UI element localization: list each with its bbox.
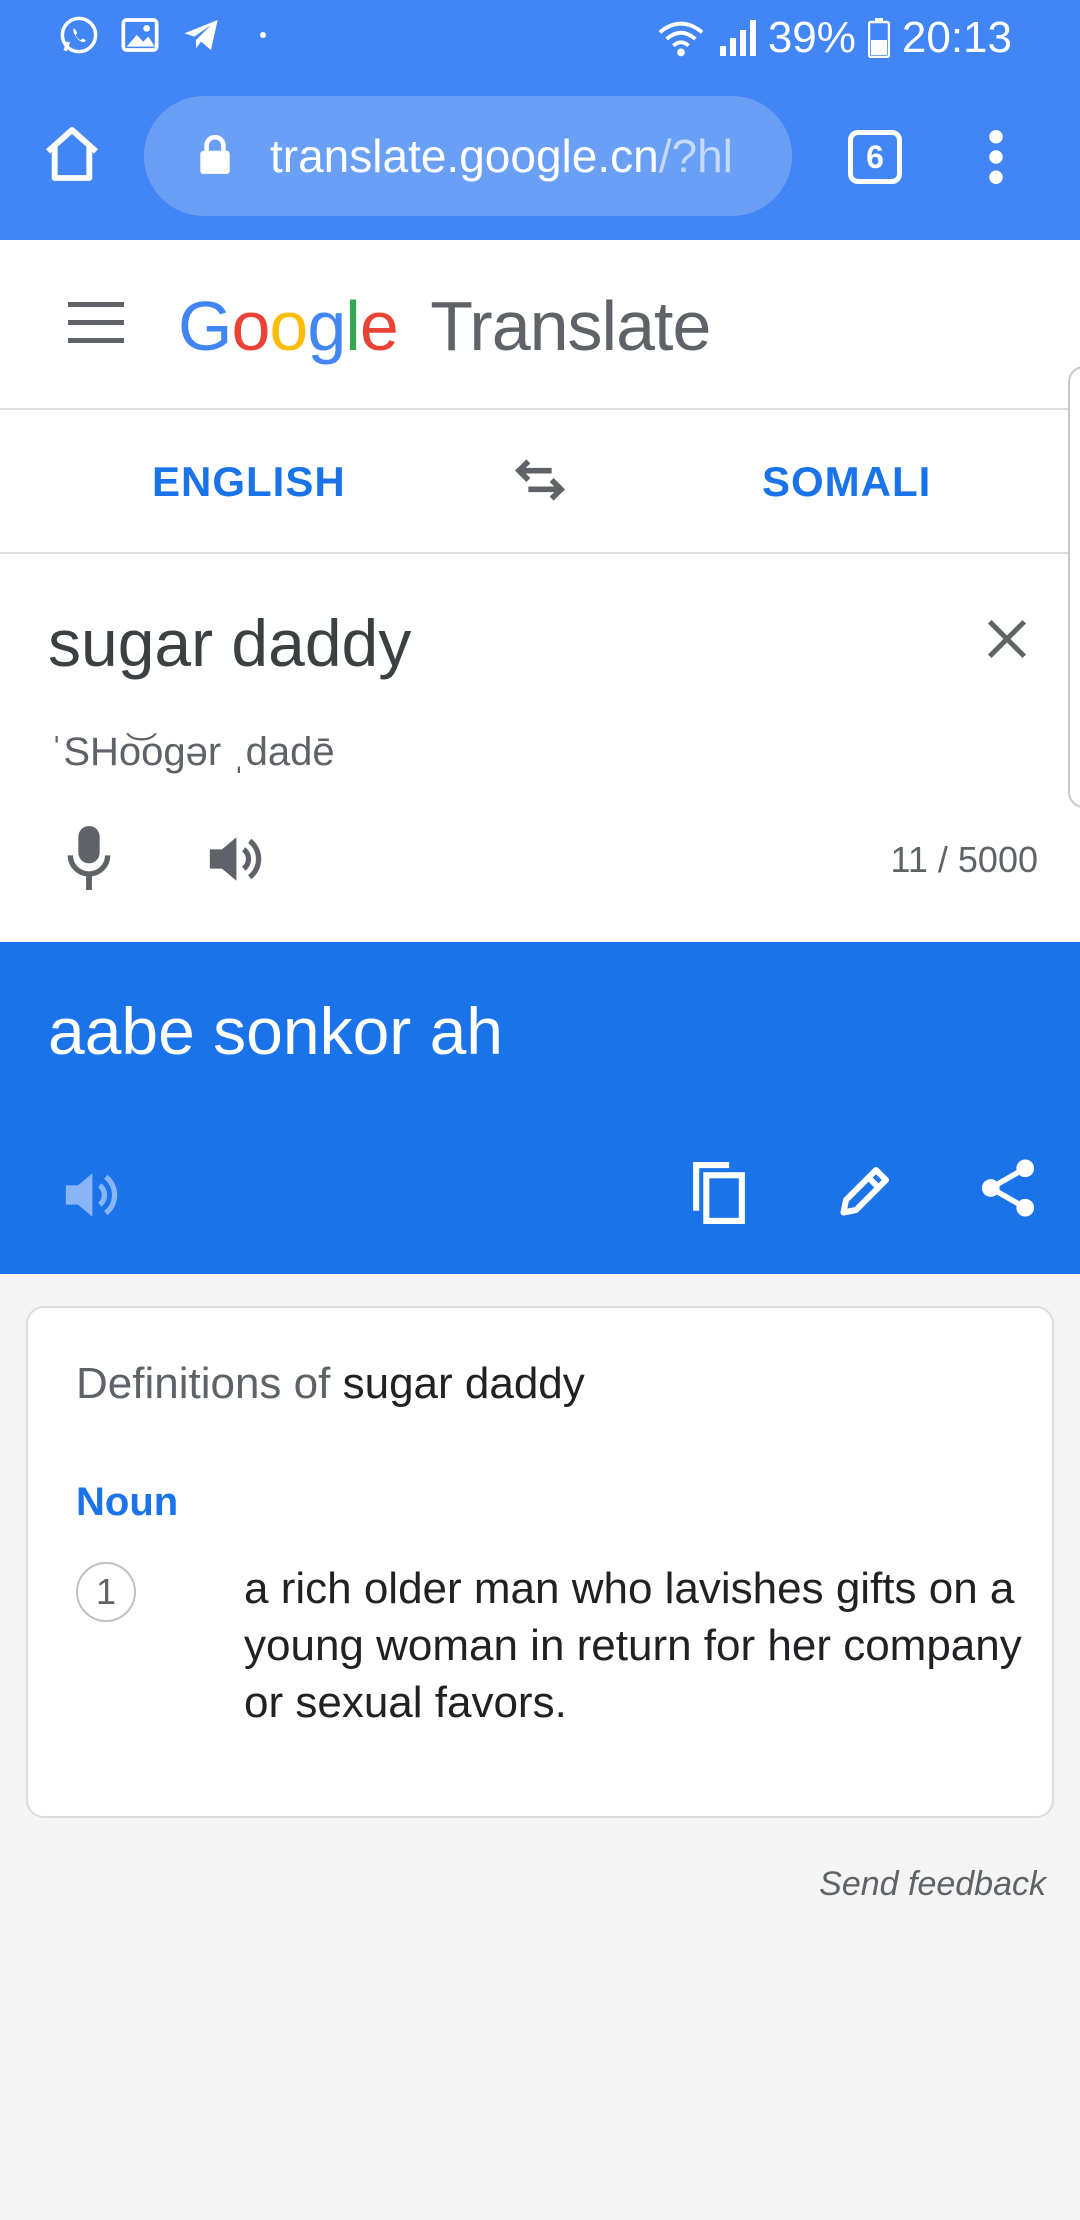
microphone-icon[interactable] <box>66 826 112 890</box>
character-count: 11 / 5000 <box>890 839 1038 880</box>
tab-switcher-button[interactable]: 6 <box>848 130 902 184</box>
definitions-prefix: Definitions of <box>76 1359 331 1408</box>
language-bar: ENGLISH SOMALI <box>0 410 1080 554</box>
target-language-button[interactable]: SOMALI <box>762 454 931 510</box>
address-bar[interactable]: translate.google.cn/?hl <box>144 96 792 216</box>
notification-icons <box>58 14 266 56</box>
wifi-icon <box>658 21 704 57</box>
logo-letter: g <box>307 287 346 365</box>
more-notifications-dot <box>260 32 266 38</box>
speaker-icon[interactable] <box>204 830 264 888</box>
hamburger-menu-icon[interactable] <box>68 302 124 346</box>
battery-icon <box>867 18 890 58</box>
home-icon[interactable] <box>40 122 104 186</box>
translation-text: aabe sonkor ah <box>48 994 504 1068</box>
status-bar: 39% 20:13 <box>0 0 1080 75</box>
definitions-card: Definitions of sugar daddy Noun 1 a rich… <box>26 1306 1054 1818</box>
definitions-heading: Definitions of sugar daddy <box>76 1356 585 1412</box>
url-path: /?hl <box>658 130 733 182</box>
telegram-icon <box>184 20 218 50</box>
source-panel: sugar daddy ˈSHo͝ogər ˌdadē 11 / 5000 <box>0 554 1080 942</box>
url-text: translate.google.cn/?hl <box>270 124 770 188</box>
clock: 20:13 <box>901 13 1012 62</box>
browser-chrome: 39% 20:13 translate.google.cn/?hl 6 <box>0 0 1080 240</box>
source-language-button[interactable]: ENGLISH <box>152 454 346 510</box>
lock-icon <box>200 134 230 174</box>
swap-languages-icon[interactable] <box>512 452 568 508</box>
logo-letter: o <box>269 287 308 365</box>
logo-letter: o <box>231 287 270 365</box>
logo-letter: l <box>345 287 361 365</box>
logo-letter: e <box>359 287 399 365</box>
definitions-term: sugar daddy <box>342 1359 585 1408</box>
overflow-menu-icon[interactable] <box>984 130 1008 184</box>
whatsapp-icon <box>60 16 98 54</box>
source-text-input[interactable]: sugar daddy <box>48 600 411 686</box>
google-wordmark: Google <box>178 287 416 365</box>
system-indicators: 39% 20:13 <box>658 10 1012 66</box>
speaker-icon <box>65 1173 118 1217</box>
pencil-icon[interactable] <box>836 1160 896 1220</box>
google-translate-logo[interactable]: Google Translate <box>178 284 711 368</box>
side-scroll-handle[interactable] <box>1068 366 1080 808</box>
browser-toolbar: translate.google.cn/?hl 6 <box>0 90 1080 220</box>
close-icon[interactable] <box>984 616 1030 662</box>
logo-letter: G <box>178 287 232 365</box>
product-name: Translate <box>430 287 711 365</box>
translation-panel: aabe sonkor ah <box>0 942 1080 1274</box>
gallery-icon <box>121 18 159 52</box>
copy-icon[interactable] <box>690 1160 748 1226</box>
app-header: Google Translate <box>0 240 1080 410</box>
phonetic-transcription: ˈSHo͝ogər ˌdadē <box>50 730 335 774</box>
battery-percent: 39% <box>767 13 856 62</box>
url-domain: translate.google.cn <box>270 130 659 182</box>
definition-text: a rich older man who lavishes gifts on a… <box>244 1564 1022 1727</box>
share-icon[interactable] <box>978 1156 1038 1220</box>
send-feedback-link[interactable]: Send feedback <box>819 1862 1046 1906</box>
signal-icon <box>719 20 756 56</box>
definition-number: 1 <box>76 1562 136 1622</box>
tab-count: 6 <box>866 138 884 175</box>
part-of-speech: Noun <box>76 1480 179 1524</box>
